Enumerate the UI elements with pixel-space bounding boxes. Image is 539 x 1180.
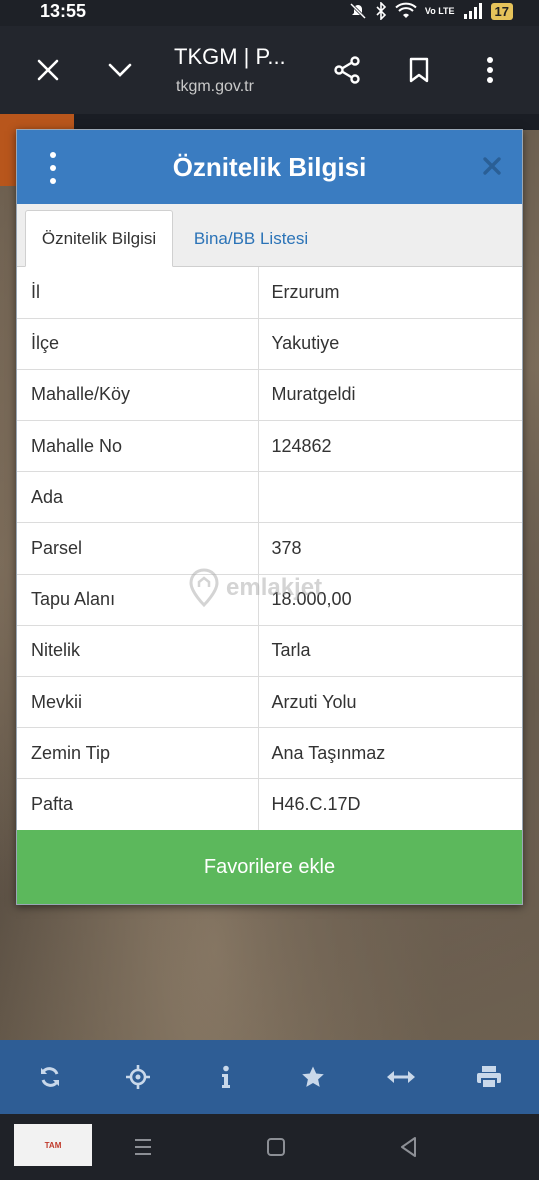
locate-icon [125, 1065, 150, 1089]
page-title: TKGM | P... [174, 44, 286, 69]
page-url[interactable]: tkgm.gov.tr [176, 78, 254, 96]
status-icons: Vo LTE 17 [349, 2, 513, 20]
dialog-tabs: Öznitelik Bilgisi Bina/BB Listesi [17, 204, 522, 267]
attribute-value: Tarla [258, 625, 522, 678]
table-row: Parsel 378 [17, 522, 522, 575]
attribute-key: Pafta [17, 778, 259, 831]
table-row: Mahalle No 124862 [17, 420, 522, 473]
star-icon [302, 1066, 325, 1087]
dialog-header: Öznitelik Bilgisi [17, 130, 522, 204]
share-button[interactable] [329, 52, 365, 88]
attribute-key: Nitelik [17, 625, 259, 678]
table-row: İl Erzurum [17, 267, 522, 319]
dialog-close-icon[interactable] [480, 154, 504, 178]
bluetooth-icon [376, 2, 386, 20]
table-row: Ada [17, 471, 522, 524]
recents-icon[interactable] [130, 1134, 156, 1160]
close-tab-button[interactable] [30, 52, 66, 88]
table-row: Zemin Tip Ana Taşınmaz [17, 727, 522, 780]
close-icon [37, 59, 59, 81]
add-favorite-button[interactable]: Favorilere ekle [17, 830, 522, 904]
dialog-title: Öznitelik Bilgisi [172, 152, 367, 182]
attribute-value: Arzuti Yolu [258, 676, 522, 729]
attribute-key: Parsel [17, 522, 259, 575]
info-icon [221, 1065, 230, 1088]
refresh-button[interactable] [30, 1057, 70, 1097]
measure-button[interactable] [381, 1057, 421, 1097]
home-icon[interactable] [263, 1134, 289, 1160]
attribute-key: Mahalle No [17, 420, 259, 473]
attribute-value: Muratgeldi [258, 369, 522, 422]
info-button[interactable] [206, 1057, 246, 1097]
table-row: Pafta H46.C.17D [17, 778, 522, 831]
table-row: Mahalle/Köy Muratgeldi [17, 369, 522, 422]
more-vertical-icon [487, 57, 493, 83]
attribute-value: 124862 [258, 420, 522, 473]
favorites-button[interactable] [293, 1057, 333, 1097]
bookmark-icon [409, 57, 429, 83]
locate-button[interactable] [118, 1057, 158, 1097]
map-header-strip [74, 114, 539, 130]
print-button[interactable] [469, 1057, 509, 1097]
refresh-icon [40, 1067, 59, 1087]
print-icon [477, 1066, 502, 1089]
attribute-dialog: Öznitelik Bilgisi Öznitelik Bilgisi Bina… [16, 129, 523, 905]
signal-icon [463, 3, 482, 19]
share-icon [334, 56, 360, 84]
attribute-value: Erzurum [258, 267, 522, 319]
attribute-value: 378 [258, 522, 522, 575]
attribute-value: H46.C.17D [258, 778, 522, 831]
thumbnail-label: TAM [44, 1140, 62, 1150]
status-time: 13:55 [40, 1, 87, 21]
measure-icon [387, 1071, 416, 1083]
network-label: Vo LTE [424, 5, 455, 16]
attribute-key: Ada [17, 471, 259, 524]
table-row: Mevkii Arzuti Yolu [17, 676, 522, 729]
network-type: Vo LTE [424, 5, 455, 16]
attribute-key: Zemin Tip [17, 727, 259, 780]
system-nav-bar: TAM [0, 1114, 539, 1180]
bookmark-button[interactable] [401, 52, 437, 88]
chevron-down-icon [108, 63, 132, 77]
attribute-key: Mahalle/Köy [17, 369, 259, 422]
attribute-key: Mevkii [17, 676, 259, 729]
status-bar: 13:55 Vo LTE 17 [0, 0, 539, 26]
back-icon[interactable] [396, 1134, 422, 1160]
attribute-table: İl Erzurum İlçe Yakutiye Mahalle/Köy Muratgel… [17, 267, 522, 831]
browser-toolbar: TKGM | P... tkgm.gov.tr [0, 26, 539, 114]
tab-oznitelik-bilgisi[interactable]: Öznitelik Bilgisi [25, 210, 173, 267]
attribute-value: Ana Taşınmaz [258, 727, 522, 780]
minimize-button[interactable] [102, 52, 138, 88]
map-toolbar [0, 1040, 539, 1114]
attribute-key: Tapu Alanı [17, 574, 259, 626]
attribute-key: İlçe [17, 318, 259, 370]
attribute-value: Yakutiye [258, 318, 522, 370]
table-row: Tapu Alanı 18.000,00 [17, 574, 522, 626]
wifi-icon [395, 2, 417, 18]
more-options-button[interactable] [472, 52, 508, 88]
attribute-value: 18.000,00 [258, 574, 522, 626]
attribute-value [258, 471, 522, 524]
table-row: Nitelik Tarla [17, 625, 522, 678]
mute-icon [349, 2, 366, 20]
attribute-key: İl [17, 267, 259, 319]
battery-indicator: 17 [490, 2, 513, 20]
recent-app-thumbnail[interactable]: TAM [14, 1124, 92, 1166]
tab-bina-bb-listesi[interactable]: Bina/BB Listesi [181, 210, 321, 267]
table-row: İlçe Yakutiye [17, 318, 522, 370]
